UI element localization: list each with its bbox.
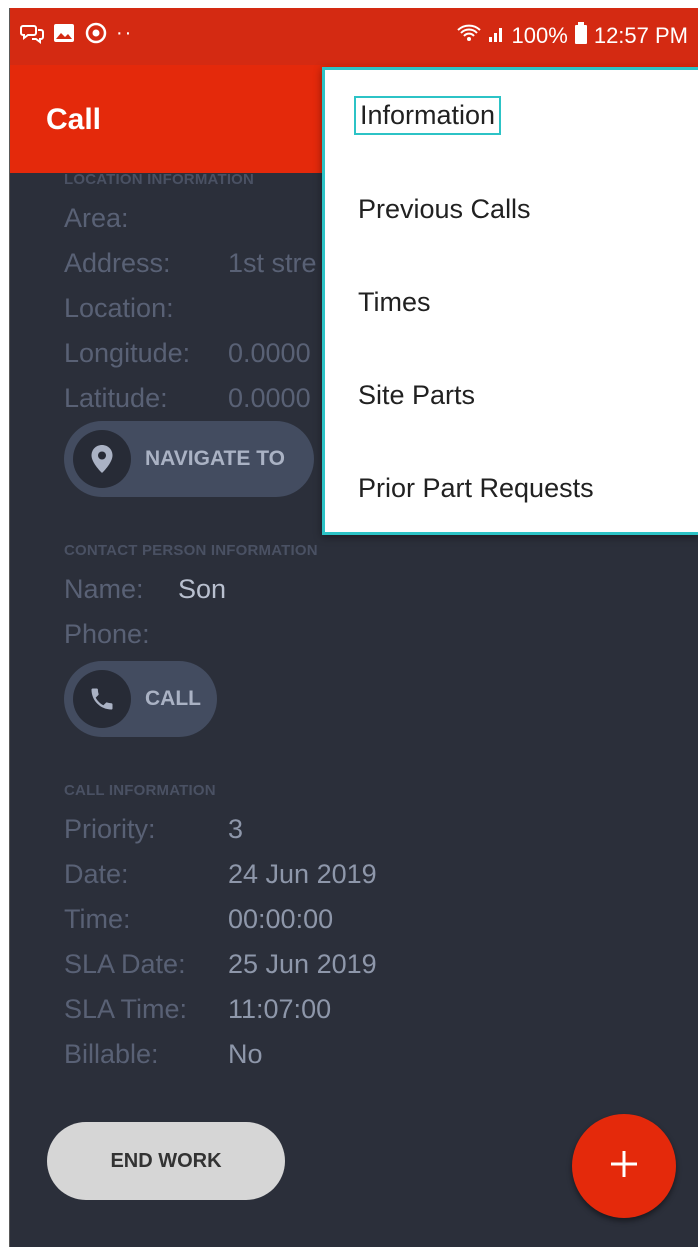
area-label: Area: (64, 203, 129, 233)
longitude-label: Longitude: (64, 338, 191, 368)
end-work-button[interactable]: END WORK (47, 1122, 285, 1200)
address-row: Address: 1st stre (64, 248, 317, 279)
contact-section-title: CONTACT PERSON INFORMATION (64, 542, 318, 559)
name-label: Name: (64, 574, 144, 604)
signal-icon (488, 23, 506, 49)
image-icon (52, 21, 76, 45)
time-label: Time: (64, 904, 131, 934)
menu-item-information[interactable]: Information (353, 96, 502, 135)
date-label: Date: (64, 859, 129, 889)
sla-time-row: SLA Time: 11:07:00 (64, 994, 331, 1025)
call-button[interactable]: CALL (64, 661, 217, 737)
sla-date-value: 25 Jun 2019 (228, 949, 377, 979)
latitude-row: Latitude: 0.0000 (64, 383, 311, 414)
address-label: Address: (64, 248, 171, 278)
billable-label: Billable: (64, 1039, 159, 1069)
priority-label: Priority: (64, 814, 156, 844)
billable-row: Billable: No (64, 1039, 263, 1070)
phone-icon (73, 670, 131, 728)
latitude-value: 0.0000 (228, 383, 311, 413)
app-screen: ·· 100% 12:57 PM Call LOCATION INFORMATI… (9, 8, 698, 1247)
latitude-label: Latitude: (64, 383, 168, 413)
name-row: Name: Son (64, 574, 226, 605)
clock: 12:57 PM (593, 23, 688, 48)
battery-icon (574, 21, 588, 51)
menu-item-previous-calls[interactable]: Previous Calls (358, 194, 531, 225)
call-section-title: CALL INFORMATION (64, 782, 216, 799)
navigate-to-label: NAVIGATE TO (145, 447, 286, 470)
sla-date-row: SLA Date: 25 Jun 2019 (64, 949, 377, 980)
overflow-menu: Information Previous Calls Times Site Pa… (322, 67, 698, 535)
status-notifications: ·· (20, 21, 133, 45)
call-label: CALL (145, 687, 201, 710)
sla-time-label: SLA Time: (64, 994, 188, 1024)
priority-value: 3 (228, 814, 244, 844)
menu-item-prior-part-requests[interactable]: Prior Part Requests (358, 473, 594, 504)
location-section-title: LOCATION INFORMATION (64, 171, 255, 188)
sla-date-label: SLA Date: (64, 949, 186, 979)
status-system: 100% 12:57 PM (456, 21, 688, 51)
date-row: Date: 24 Jun 2019 (64, 859, 377, 890)
location-row: Location: (64, 293, 174, 324)
time-row: Time: 00:00:00 (64, 904, 333, 935)
battery-level: 100% (511, 23, 568, 48)
map-pin-icon (73, 430, 131, 488)
date-value: 24 Jun 2019 (228, 859, 377, 889)
area-row: Area: (64, 203, 129, 234)
page-title: Call (46, 103, 102, 136)
menu-item-site-parts[interactable]: Site Parts (358, 380, 475, 411)
chat-bubbles-icon (20, 21, 44, 45)
status-bar: ·· 100% 12:57 PM (10, 8, 698, 65)
billable-value: No (228, 1039, 263, 1069)
more-notifications-indicator: ·· (116, 21, 134, 44)
phone-label: Phone: (64, 619, 150, 649)
longitude-row: Longitude: 0.0000 (64, 338, 311, 369)
location-label: Location: (64, 293, 174, 323)
time-value: 00:00:00 (228, 904, 334, 934)
sync-icon (84, 21, 108, 45)
plus-icon (609, 1149, 639, 1184)
menu-item-times[interactable]: Times (358, 287, 431, 318)
navigate-to-button[interactable]: NAVIGATE TO (64, 421, 314, 497)
phone-row: Phone: (64, 619, 150, 650)
sla-time-value: 11:07:00 (228, 994, 332, 1024)
wifi-icon (456, 22, 482, 50)
longitude-value: 0.0000 (228, 338, 311, 368)
priority-row: Priority: 3 (64, 814, 243, 845)
address-value: 1st stre (228, 248, 317, 278)
add-fab-button[interactable] (572, 1114, 676, 1218)
name-value: Son (178, 574, 227, 604)
